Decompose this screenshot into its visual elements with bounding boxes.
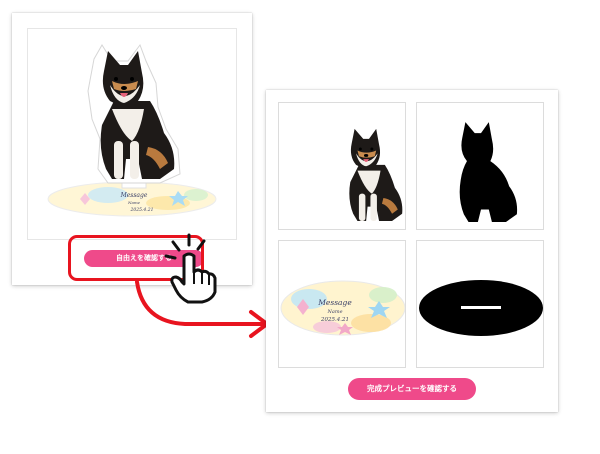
final-preview-button[interactable]: 完成プレビューを確認する: [348, 378, 476, 400]
dog-color-image: [349, 128, 403, 221]
plate-name-text: Name: [127, 200, 141, 205]
plate-message-text: Message: [120, 192, 148, 199]
stand-plate-silhouette-image: [419, 280, 543, 336]
dog-silhouette-image: [459, 122, 518, 222]
flow-arrow-icon: [135, 280, 269, 338]
acrylic-stand-preview-panel: Message Name 2025.4.21: [27, 28, 237, 240]
color-stand-name-text: Name: [326, 309, 342, 315]
stand-plate: Message Name 2025.4.21: [47, 179, 217, 217]
dog-figure: [87, 43, 181, 184]
silhouette-stand-panel: [416, 240, 544, 368]
plate-date-text: 2025.4.21: [130, 207, 154, 213]
color-stand-panel: Message Name 2025.4.21: [278, 240, 406, 368]
dog-photo-with-stand: Message Name 2025.4.21: [47, 43, 217, 217]
color-stand-date-text: 2025.4.21: [320, 317, 349, 323]
stand-plate-color-image: Message Name 2025.4.21: [280, 280, 405, 336]
silhouette-dog-panel: [416, 102, 544, 230]
final-preview-card: Message Name 2025.4.21 完成プレビューを確認する: [266, 90, 558, 412]
color-stand-message-text: Message: [317, 298, 352, 307]
color-dog-panel: [278, 102, 406, 230]
